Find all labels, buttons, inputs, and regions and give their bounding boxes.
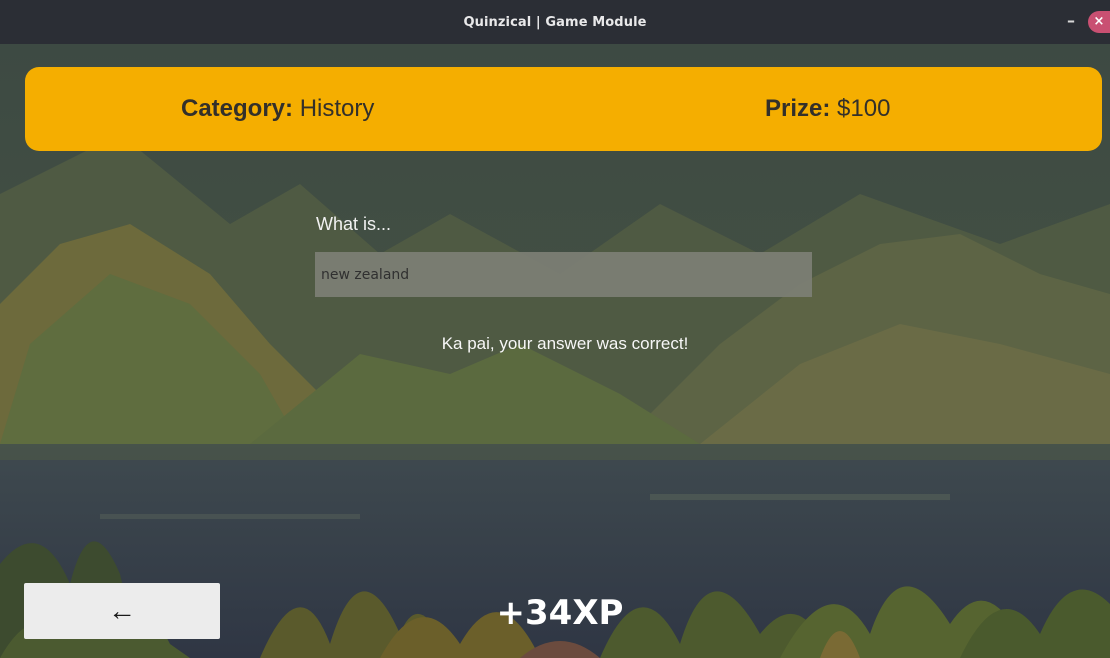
xp-gain-label: +34XP xyxy=(496,593,624,633)
minimize-button[interactable]: – xyxy=(1062,10,1080,32)
feedback-message: Ka pai, your answer was correct! xyxy=(441,334,689,353)
answer-input[interactable] xyxy=(315,252,812,297)
left-arrow-icon: ← xyxy=(108,595,136,626)
close-icon: × xyxy=(1093,14,1105,29)
category-label: Category: xyxy=(181,95,294,122)
app-window: Quinzical | Game Module – × Category: Hi… xyxy=(0,0,1110,658)
category-banner: Category: History Prize: $100 xyxy=(25,67,1102,151)
window-title: Quinzical | Game Module xyxy=(463,14,647,30)
question-prefix: What is... xyxy=(316,214,392,234)
prize-label: Prize: xyxy=(765,95,831,122)
category-display: Category: History xyxy=(181,67,374,151)
close-button[interactable]: × xyxy=(1088,11,1110,33)
prize-value: $100 xyxy=(837,95,891,122)
back-button[interactable]: ← xyxy=(24,583,220,639)
prize-display: Prize: $100 xyxy=(765,67,890,151)
title-bar[interactable]: Quinzical | Game Module – × xyxy=(0,0,1110,44)
category-value: History xyxy=(299,95,375,122)
